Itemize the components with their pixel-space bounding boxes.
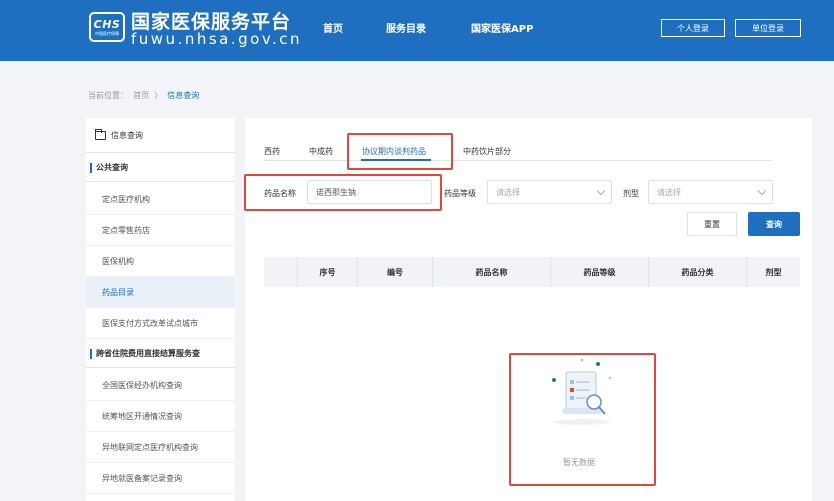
- breadcrumb-prefix: 当前位置：: [88, 91, 128, 100]
- active-tab-indicator: [361, 159, 431, 161]
- chevron-down-icon: [757, 186, 767, 196]
- chevron-down-icon: [596, 186, 606, 196]
- unit-login-button[interactable]: 单位登录: [735, 19, 801, 37]
- tab-western-medicine[interactable]: 西药: [264, 146, 280, 157]
- breadcrumb-separator: 〉: [154, 91, 163, 100]
- col-drug-name: 药品名称: [432, 257, 550, 287]
- logo-subtext: 中国医疗保障: [95, 30, 119, 36]
- sidebar-item-payment-reform-cities[interactable]: 医保支付方式改革试点城市: [86, 308, 235, 339]
- form-placeholder: 请选择: [657, 187, 681, 197]
- breadcrumb-current: 信息查询: [167, 91, 200, 100]
- sidebar-title: 信息查询: [111, 130, 143, 140]
- tab-herbal-pieces[interactable]: 中药饮片部分: [463, 146, 511, 157]
- chs-logo[interactable]: CHS 中国医疗保障: [89, 12, 125, 42]
- col-index: 序号: [297, 257, 357, 287]
- breadcrumb-home[interactable]: 首页: [133, 91, 149, 100]
- sidebar-group-public: 公共查询: [86, 154, 235, 182]
- breadcrumb: 当前位置： 首页 〉 信息查询: [88, 90, 199, 101]
- sidebar: 信息查询 公共查询 定点医疗机构 定点零售药店 医保机构 药品目录 医保支付方式…: [86, 118, 235, 501]
- col-drug-grade: 药品等级: [550, 257, 648, 287]
- col-dosage-form: 剂型: [746, 257, 800, 287]
- grade-placeholder: 请选择: [496, 187, 520, 197]
- nav-home[interactable]: 首页: [323, 20, 343, 35]
- sidebar-item-region-status[interactable]: 统筹地区开通情况查询: [86, 401, 235, 432]
- tab-negotiated-drugs[interactable]: 协议期内谈判药品: [362, 146, 426, 157]
- drug-name-label: 药品名称: [264, 189, 296, 198]
- table-header: 序号 编号 药品名称 药品等级 药品分类 剂型: [264, 257, 800, 287]
- tab-chinese-patent-medicine[interactable]: 中成药: [309, 146, 333, 157]
- empty-data-illustration: [552, 358, 612, 425]
- form-select[interactable]: 请选择: [648, 180, 773, 204]
- empty-state-text: 暂无数据: [563, 458, 595, 467]
- sidebar-item-medical-institutions[interactable]: 定点医疗机构: [86, 184, 235, 215]
- drug-name-input[interactable]: 诺西那生钠: [307, 180, 432, 204]
- sidebar-item-networked-institutions[interactable]: 异地联网定点医疗机构查询: [86, 432, 235, 463]
- sidebar-item-insurance-agencies[interactable]: 医保机构: [86, 246, 235, 277]
- logo-text: CHS: [93, 17, 121, 31]
- col-drug-category: 药品分类: [648, 257, 746, 287]
- sidebar-item-pharmacies[interactable]: 定点零售药店: [86, 215, 235, 246]
- sidebar-item-filing-records[interactable]: 异地就医备案记录查询: [86, 463, 235, 494]
- sidebar-header: 信息查询: [86, 118, 235, 153]
- reset-button[interactable]: 重置: [687, 212, 737, 236]
- sidebar-item-agencies-query[interactable]: 全国医保经办机构查询: [86, 370, 235, 401]
- grade-label: 药品等级: [444, 189, 476, 198]
- grade-select[interactable]: 请选择: [487, 180, 612, 204]
- main-panel: 西药 中成药 协议期内谈判药品 中药饮片部分 药品名称 诺西那生钠 药品等级 请…: [245, 118, 812, 501]
- personal-login-button[interactable]: 个人登录: [661, 19, 725, 37]
- query-button[interactable]: 查询: [748, 212, 800, 236]
- top-header: CHS 中国医疗保障 国家医保服务平台 fuwu.nhsa.gov.cn 首页 …: [0, 0, 834, 61]
- site-url: fuwu.nhsa.gov.cn: [131, 30, 303, 48]
- nav-service-catalog[interactable]: 服务目录: [386, 20, 426, 35]
- tab-divider: [264, 160, 772, 161]
- col-code: 编号: [357, 257, 432, 287]
- folder-icon: [95, 128, 106, 140]
- form-label: 剂型: [623, 189, 639, 198]
- nav-app[interactable]: 国家医保APP: [471, 20, 533, 35]
- col-checkbox: [264, 257, 297, 287]
- sidebar-group-cross-province: 跨省住院费用直接结算服务查: [86, 340, 235, 368]
- sidebar-item-drug-catalog[interactable]: 药品目录: [86, 277, 235, 308]
